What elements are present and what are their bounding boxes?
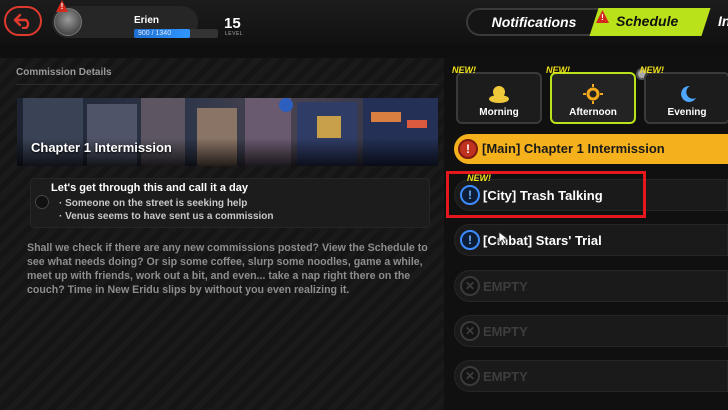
empty-slot: ✕ EMPTY — [454, 270, 728, 302]
new-tag: NEW! — [640, 65, 664, 75]
player-profile[interactable]: Erien 900 / 1340 15 LEVEL — [52, 6, 243, 38]
back-arrow-icon — [13, 13, 30, 29]
time-slot-label: Morning — [479, 107, 519, 118]
new-tag: NEW! — [546, 65, 570, 75]
xp-text: 900 / 1340 — [138, 30, 172, 37]
panel-title: Commission Details — [16, 67, 112, 78]
player-name: Erien — [134, 15, 160, 26]
sun-cloud-icon — [489, 86, 509, 103]
banner-title: Chapter 1 Intermission — [31, 140, 172, 155]
combat-quest-item[interactable]: ! [Cmbat] Stars' Trial — [454, 224, 728, 256]
sun-icon — [583, 84, 603, 104]
new-tag: NEW! — [452, 65, 476, 75]
empty-slot: ✕ EMPTY — [454, 315, 728, 347]
time-slot-morning[interactable]: NEW! Morning — [452, 65, 542, 124]
commission-details-panel: Commission Details Chapter 1 Intermissio… — [0, 58, 444, 410]
highlight-box — [446, 171, 646, 218]
commission-description: Shall we check if there are any new comm… — [27, 242, 428, 296]
exclamation-icon: ! — [458, 139, 478, 159]
close-icon: ✕ — [460, 321, 480, 341]
objective-subitem: · Venus seems to have sent us a commissi… — [59, 211, 274, 222]
empty-slot: ✕ EMPTY — [454, 360, 728, 392]
time-slot-row: NEW! Morning NEW! Afternoon NEW! Evening — [452, 65, 728, 124]
tab-next[interactable]: In — [718, 13, 728, 29]
objective-subitem: · Someone on the street is seeking help — [59, 198, 248, 209]
empty-slot-label: EMPTY — [483, 279, 528, 294]
chapter-banner: Chapter 1 Intermission — [17, 98, 438, 166]
info-icon: ! — [460, 230, 480, 250]
level-label: LEVEL — [225, 31, 244, 37]
main-quest-item[interactable]: ! [Main] Chapter 1 Intermission — [454, 134, 728, 164]
objective-title: Let's get through this and call it a day — [51, 182, 248, 194]
tab-bar: Notifications Schedule ! In — [466, 8, 728, 36]
schedule-panel: NEW! Morning NEW! Afternoon NEW! Evening… — [444, 58, 728, 410]
close-icon: ✕ — [460, 276, 480, 296]
empty-slot-label: EMPTY — [483, 369, 528, 384]
avatar — [54, 8, 82, 36]
mouse-cursor-icon — [498, 231, 508, 245]
divider — [16, 84, 438, 85]
time-slot-label: Afternoon — [569, 107, 617, 118]
moon-icon — [681, 85, 696, 102]
objective-box: Let's get through this and call it a day… — [30, 178, 430, 228]
level-number: 15 — [224, 15, 241, 32]
main-quest-label: [Main] Chapter 1 Intermission — [482, 141, 665, 156]
top-bar: Erien 900 / 1340 15 LEVEL ! Notification… — [0, 0, 728, 44]
tab-notifications[interactable]: Notifications — [466, 8, 602, 36]
objective-status-icon — [35, 195, 49, 209]
time-slot-evening[interactable]: NEW! Evening — [640, 65, 728, 124]
close-icon: ✕ — [460, 366, 480, 386]
time-slot-label: Evening — [667, 107, 707, 118]
tab-schedule-label: Schedule — [616, 13, 679, 29]
empty-slot-label: EMPTY — [483, 324, 528, 339]
time-slot-afternoon[interactable]: NEW! Afternoon — [546, 65, 636, 124]
back-button[interactable] — [4, 6, 42, 36]
